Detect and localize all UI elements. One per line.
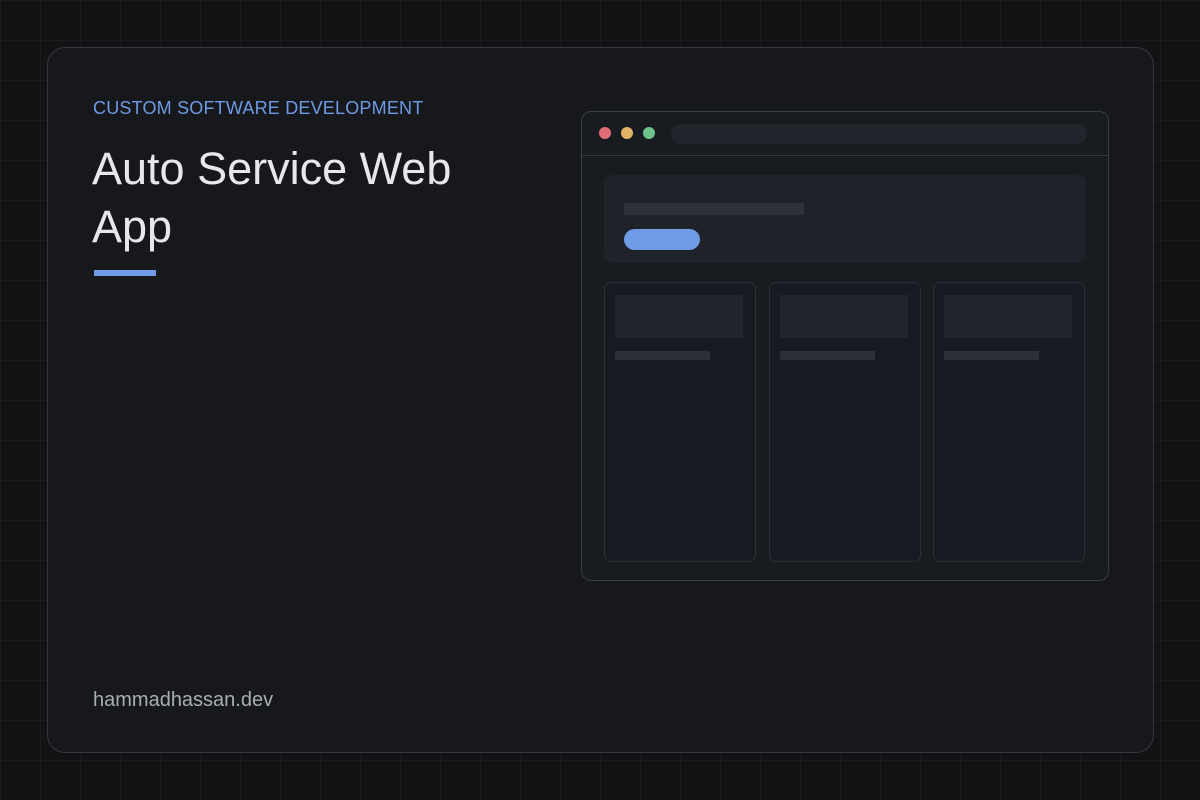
mockup-column-thumbnail	[944, 295, 1072, 338]
mockup-column-1	[604, 282, 756, 562]
mockup-column-text-line	[780, 351, 875, 360]
browser-title-bar	[582, 112, 1108, 156]
mockup-hero-text-line	[624, 203, 804, 215]
title-accent-rule	[94, 270, 156, 276]
category-label: CUSTOM SOFTWARE DEVELOPMENT	[93, 98, 424, 118]
mockup-hero-block	[604, 175, 1086, 263]
address-bar-placeholder	[671, 124, 1087, 144]
mockup-column-text-line	[615, 351, 710, 360]
site-url: hammadhassan.dev	[93, 689, 274, 711]
mockup-column-3	[933, 282, 1085, 562]
project-card: CUSTOM SOFTWARE DEVELOPMENT Auto Service…	[47, 47, 1154, 753]
mockup-hero-button	[624, 229, 700, 250]
close-dot-icon	[599, 127, 611, 139]
maximize-dot-icon	[643, 127, 655, 139]
mockup-column-text-line	[944, 351, 1039, 360]
mockup-column-thumbnail	[615, 295, 743, 338]
browser-mockup	[581, 111, 1109, 581]
minimize-dot-icon	[621, 127, 633, 139]
project-title: Auto Service Web App	[92, 143, 452, 252]
mockup-column-2	[769, 282, 921, 562]
mockup-column-thumbnail	[780, 295, 908, 338]
